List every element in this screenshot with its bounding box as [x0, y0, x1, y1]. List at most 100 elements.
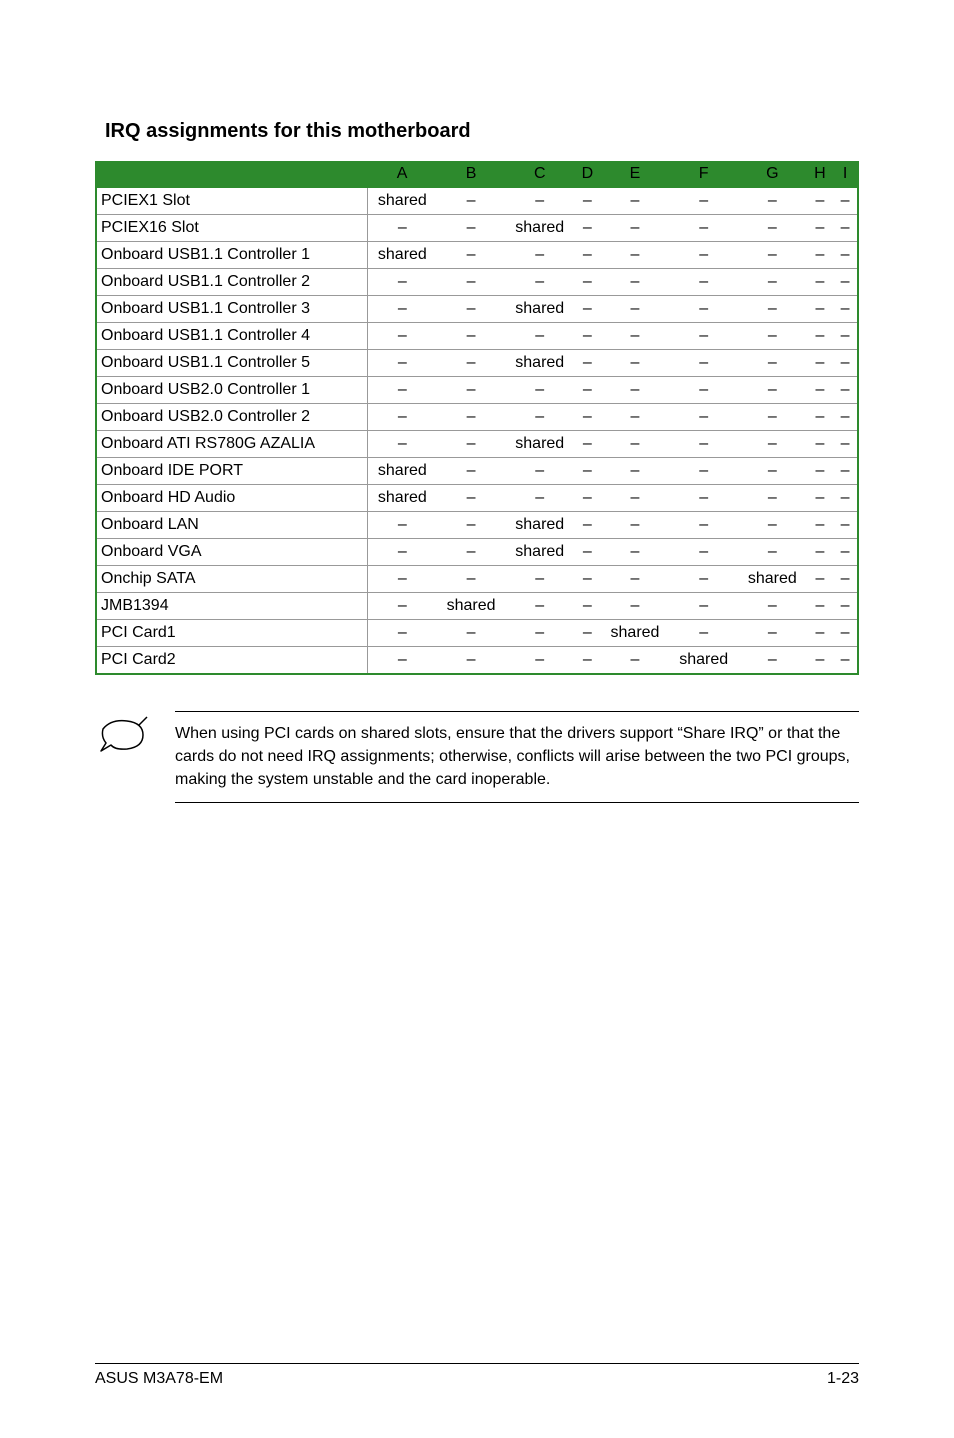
cell: –	[574, 566, 601, 593]
cell: –	[574, 269, 601, 296]
cell: –	[437, 296, 506, 323]
row-label: Onboard USB1.1 Controller 5	[96, 350, 368, 377]
cell: –	[601, 458, 670, 485]
cell: –	[574, 350, 601, 377]
cell: –	[601, 539, 670, 566]
cell: –	[738, 269, 807, 296]
table-row: Onboard USB2.0 Controller 2–––––––––	[96, 404, 858, 431]
cell: –	[574, 593, 601, 620]
cell: –	[738, 188, 807, 215]
col-header: E	[601, 161, 670, 188]
cell: –	[505, 620, 574, 647]
cell: –	[833, 404, 858, 431]
cell: –	[368, 296, 437, 323]
cell: –	[368, 512, 437, 539]
table-row: Onboard VGA––shared––––––	[96, 539, 858, 566]
cell: –	[738, 620, 807, 647]
cell: –	[601, 242, 670, 269]
cell: –	[833, 323, 858, 350]
cell: –	[437, 323, 506, 350]
cell: –	[574, 215, 601, 242]
section-heading: IRQ assignments for this motherboard	[105, 120, 859, 143]
row-label: Onboard ATI RS780G AZALIA	[96, 431, 368, 458]
col-header-label	[96, 161, 368, 188]
cell: –	[601, 485, 670, 512]
table-row: Onboard USB1.1 Controller 1shared–––––––…	[96, 242, 858, 269]
row-label: PCI Card2	[96, 647, 368, 675]
cell: –	[574, 539, 601, 566]
cell: –	[669, 539, 738, 566]
page-footer: ASUS M3A78-EM 1-23	[95, 1363, 859, 1388]
cell: –	[738, 431, 807, 458]
cell: shared	[368, 242, 437, 269]
cell: –	[574, 242, 601, 269]
cell: shared	[368, 458, 437, 485]
cell: –	[505, 269, 574, 296]
row-label: Onboard VGA	[96, 539, 368, 566]
cell: –	[574, 647, 601, 675]
table-row: Onboard ATI RS780G AZALIA––shared––––––	[96, 431, 858, 458]
cell: –	[601, 377, 670, 404]
cell: –	[807, 566, 834, 593]
cell: –	[437, 215, 506, 242]
cell: –	[738, 593, 807, 620]
cell: –	[807, 188, 834, 215]
cell: –	[669, 350, 738, 377]
cell: –	[437, 242, 506, 269]
cell: –	[601, 566, 670, 593]
col-header: G	[738, 161, 807, 188]
cell: shared	[505, 350, 574, 377]
cell: –	[368, 269, 437, 296]
cell: –	[738, 512, 807, 539]
cell: –	[669, 323, 738, 350]
note-icon	[95, 711, 151, 755]
cell: –	[833, 539, 858, 566]
cell: –	[738, 350, 807, 377]
cell: –	[574, 404, 601, 431]
cell: –	[807, 242, 834, 269]
cell: –	[738, 377, 807, 404]
cell: –	[669, 215, 738, 242]
cell: –	[437, 269, 506, 296]
cell: –	[368, 647, 437, 675]
table-row: Onboard LAN––shared––––––	[96, 512, 858, 539]
row-label: Onchip SATA	[96, 566, 368, 593]
cell: –	[807, 431, 834, 458]
footer-page-number: 1-23	[827, 1370, 859, 1388]
row-label: Onboard USB2.0 Controller 2	[96, 404, 368, 431]
cell: –	[807, 269, 834, 296]
cell: –	[601, 269, 670, 296]
cell: –	[368, 431, 437, 458]
cell: –	[437, 485, 506, 512]
table-row: Onchip SATA––––––shared––	[96, 566, 858, 593]
row-label: Onboard USB2.0 Controller 1	[96, 377, 368, 404]
cell: –	[807, 512, 834, 539]
row-label: Onboard LAN	[96, 512, 368, 539]
cell: –	[574, 323, 601, 350]
table-row: PCIEX1 Slotshared––––––––	[96, 188, 858, 215]
cell: –	[669, 431, 738, 458]
cell: –	[505, 188, 574, 215]
cell: –	[738, 458, 807, 485]
cell: –	[738, 323, 807, 350]
cell: shared	[738, 566, 807, 593]
table-header-row: ABCDEFGHI	[96, 161, 858, 188]
table-row: Onboard USB1.1 Controller 5––shared–––––…	[96, 350, 858, 377]
cell: –	[669, 458, 738, 485]
cell: –	[833, 431, 858, 458]
cell: –	[738, 539, 807, 566]
col-header: I	[833, 161, 858, 188]
cell: shared	[368, 188, 437, 215]
cell: shared	[601, 620, 670, 647]
cell: –	[669, 404, 738, 431]
cell: –	[807, 404, 834, 431]
footer-product: ASUS M3A78-EM	[95, 1370, 223, 1388]
cell: –	[505, 593, 574, 620]
cell: shared	[368, 485, 437, 512]
cell: –	[368, 593, 437, 620]
cell: –	[833, 377, 858, 404]
cell: –	[833, 296, 858, 323]
cell: –	[437, 350, 506, 377]
cell: –	[669, 593, 738, 620]
cell: –	[807, 458, 834, 485]
